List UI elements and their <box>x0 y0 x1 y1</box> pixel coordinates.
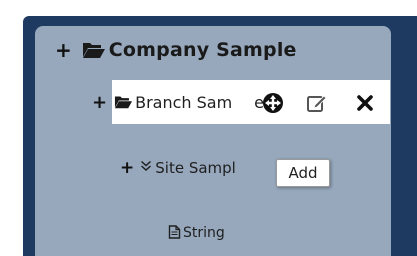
open-folder-icon <box>82 41 106 59</box>
expand-toggle-company[interactable]: + <box>55 38 72 62</box>
tree-node-label: Site Sampl <box>155 159 236 177</box>
close-icon[interactable] <box>356 94 374 112</box>
tree-node-branch[interactable]: + Branch Sam e <box>92 88 264 116</box>
tooltip-add: Add <box>276 159 330 187</box>
edit-icon[interactable] <box>306 93 328 113</box>
double-chevron-down-icon <box>140 160 152 176</box>
tree-node-label: String <box>183 225 225 241</box>
expand-toggle-branch[interactable]: + <box>92 92 107 113</box>
tree-node-site[interactable]: + Site Sampl <box>120 156 236 180</box>
document-icon <box>168 224 181 243</box>
tree-node-label: Branch Sam <box>135 92 233 112</box>
tree-node-label: Company Sample <box>108 39 297 61</box>
move-icon[interactable] <box>262 92 284 114</box>
tree-node-company[interactable]: + Company Sample <box>55 36 297 64</box>
expand-toggle-site[interactable]: + <box>120 158 134 178</box>
window-frame: + Company Sample + Branch Sam e + Site S… <box>0 0 417 256</box>
tree-node-string[interactable]: String <box>168 222 225 244</box>
open-folder-icon <box>114 95 133 109</box>
